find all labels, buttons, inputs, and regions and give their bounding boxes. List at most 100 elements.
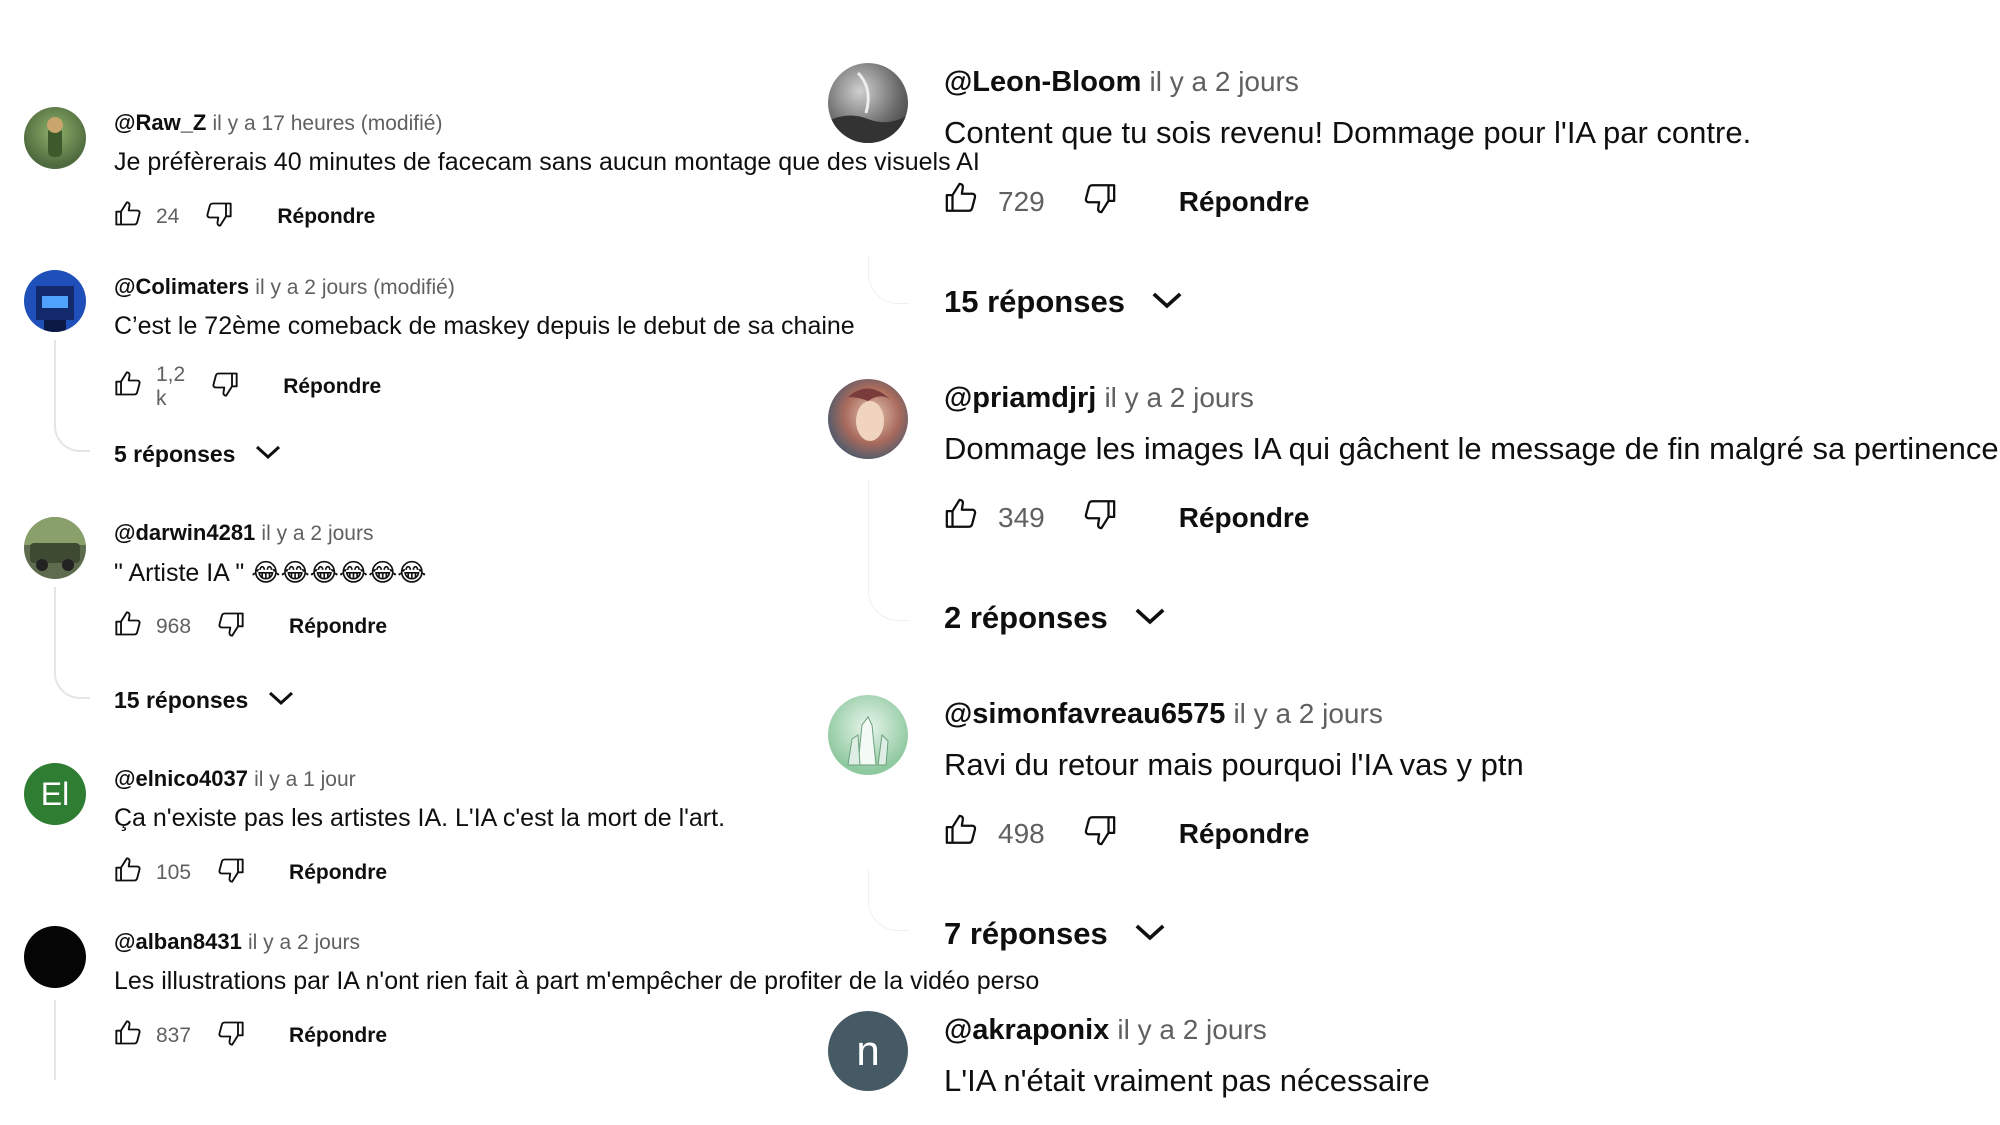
reply-button[interactable]: Répondre [283, 375, 381, 399]
reply-button[interactable]: Répondre [289, 615, 387, 639]
replies-count-label: 2 réponses [944, 600, 1108, 635]
comment-header: @Colimaters il y a 2 jours (modifié) [114, 274, 455, 300]
avatar[interactable]: El [24, 763, 86, 825]
like-count: 105 [156, 861, 192, 884]
chevron-down-icon [266, 687, 296, 714]
timestamp[interactable]: il y a 2 jours [261, 522, 373, 545]
timestamp[interactable]: il y a 2 jours [248, 931, 360, 954]
timestamp[interactable]: il y a 17 heures (modifié) [213, 112, 443, 135]
comment-actions: 968 Répondre [114, 610, 387, 644]
avatar[interactable] [828, 63, 908, 143]
comment-actions: 729 Répondre [944, 181, 1309, 222]
dislike-icon[interactable] [217, 1019, 245, 1053]
user-handle[interactable]: @darwin4281 [114, 520, 255, 545]
comment-text: Ravi du retour mais pourquoi l'IA vas y … [944, 747, 1524, 782]
dislike-icon[interactable] [217, 856, 245, 890]
replies-toggle[interactable]: 15 réponses [114, 687, 296, 714]
like-icon[interactable] [944, 181, 978, 222]
avatar[interactable] [24, 270, 86, 332]
timestamp[interactable]: il y a 2 jours (modifié) [255, 276, 455, 299]
avatar-letter: El [40, 775, 70, 812]
like-count: 24 [156, 205, 180, 228]
replies-count-label: 5 réponses [114, 441, 236, 467]
avatar[interactable] [828, 379, 908, 459]
comment-actions: 349 Répondre [944, 497, 1309, 538]
thread-line [868, 480, 909, 621]
comment-header: @akraponix il y a 2 jours [944, 1014, 1267, 1047]
avatar[interactable]: n [828, 1011, 908, 1091]
reply-button[interactable]: Répondre [277, 205, 375, 229]
like-icon[interactable] [114, 200, 142, 234]
comment-text: L'IA n'était vraiment pas nécessaire [944, 1063, 1430, 1098]
avatar[interactable] [24, 107, 86, 169]
reply-button[interactable]: Répondre [1179, 186, 1310, 218]
user-handle[interactable]: @akraponix [944, 1014, 1109, 1046]
like-icon[interactable] [114, 856, 142, 890]
reply-button[interactable]: Répondre [1179, 818, 1310, 850]
comment-header: @Raw_Z il y a 17 heures (modifié) [114, 110, 442, 136]
thread-line [868, 870, 909, 931]
avatar[interactable] [24, 517, 86, 579]
comment-actions: 837 Répondre [114, 1019, 387, 1053]
like-icon[interactable] [114, 370, 142, 404]
user-handle[interactable]: @Colimaters [114, 274, 249, 299]
like-count: 1,2 k [156, 363, 186, 410]
comment-header: @elnico4037 il y a 1 jour [114, 766, 356, 792]
like-icon[interactable] [944, 813, 978, 854]
chevron-down-icon [1132, 916, 1168, 952]
user-handle[interactable]: @simonfavreau6575 [944, 698, 1225, 730]
comment-header: @Leon-Bloom il y a 2 jours [944, 66, 1299, 99]
replies-toggle[interactable]: 2 réponses [944, 600, 1168, 636]
avatar-figure-icon [36, 286, 74, 332]
dislike-icon[interactable] [217, 610, 245, 644]
user-handle[interactable]: @alban8431 [114, 929, 242, 954]
reply-button[interactable]: Répondre [289, 1024, 387, 1048]
chevron-down-icon [253, 441, 283, 468]
comment-header: @priamdjrj il y a 2 jours [944, 382, 1254, 415]
comment-text: Ça n'existe pas les artistes IA. L'IA c'… [114, 804, 726, 832]
comment-text: Les illustrations par IA n'ont rien fait… [114, 967, 1040, 995]
comment-actions: 24 Répondre [114, 200, 375, 234]
user-handle[interactable]: @elnico4037 [114, 766, 248, 791]
timestamp[interactable]: il y a 2 jours [1233, 698, 1382, 729]
dislike-icon[interactable] [205, 200, 233, 234]
avatar[interactable] [24, 926, 86, 988]
chevron-down-icon [1149, 284, 1185, 320]
dislike-icon[interactable] [1083, 813, 1117, 854]
comment-actions: 498 Répondre [944, 813, 1309, 854]
replies-toggle[interactable]: 5 réponses [114, 441, 283, 468]
comment-text: Dommage les images IA qui gâchent le mes… [944, 431, 1999, 466]
comment-text: Je préfèrerais 40 minutes de facecam san… [114, 148, 980, 176]
comment-header: @simonfavreau6575 il y a 2 jours [944, 698, 1383, 731]
like-count: 729 [998, 185, 1045, 217]
comment-actions: 1,2 k Répondre [114, 363, 381, 411]
replies-toggle[interactable]: 15 réponses [944, 284, 1185, 320]
user-handle[interactable]: @priamdjrj [944, 382, 1096, 414]
like-count: 837 [156, 1024, 192, 1047]
like-icon[interactable] [944, 497, 978, 538]
user-handle[interactable]: @Leon-Bloom [944, 66, 1141, 98]
user-handle[interactable]: @Raw_Z [114, 110, 206, 135]
reply-button[interactable]: Répondre [1179, 502, 1310, 534]
comment-text: Content que tu sois revenu! Dommage pour… [944, 115, 1752, 150]
like-count: 498 [998, 817, 1045, 849]
chevron-down-icon [1132, 600, 1168, 636]
comment-text: " Artiste IA " 😂😂😂😂😂😂 [114, 559, 427, 587]
like-icon[interactable] [114, 1019, 142, 1053]
timestamp[interactable]: il y a 2 jours [1149, 66, 1298, 97]
dislike-icon[interactable] [211, 370, 239, 404]
timestamp[interactable]: il y a 2 jours [1117, 1014, 1266, 1045]
timestamp[interactable]: il y a 1 jour [254, 768, 356, 791]
dislike-icon[interactable] [1083, 497, 1117, 538]
dislike-icon[interactable] [1083, 181, 1117, 222]
thread-line [54, 340, 90, 452]
reply-button[interactable]: Répondre [289, 861, 387, 885]
replies-toggle[interactable]: 7 réponses [944, 916, 1168, 952]
avatar[interactable] [828, 695, 908, 775]
comment-header: @darwin4281 il y a 2 jours [114, 520, 373, 546]
comment-text: C’est le 72ème comeback de maskey depuis… [114, 312, 855, 340]
timestamp[interactable]: il y a 2 jours [1104, 382, 1253, 413]
like-count: 968 [156, 615, 192, 638]
like-icon[interactable] [114, 610, 142, 644]
replies-count-label: 7 réponses [944, 916, 1108, 951]
